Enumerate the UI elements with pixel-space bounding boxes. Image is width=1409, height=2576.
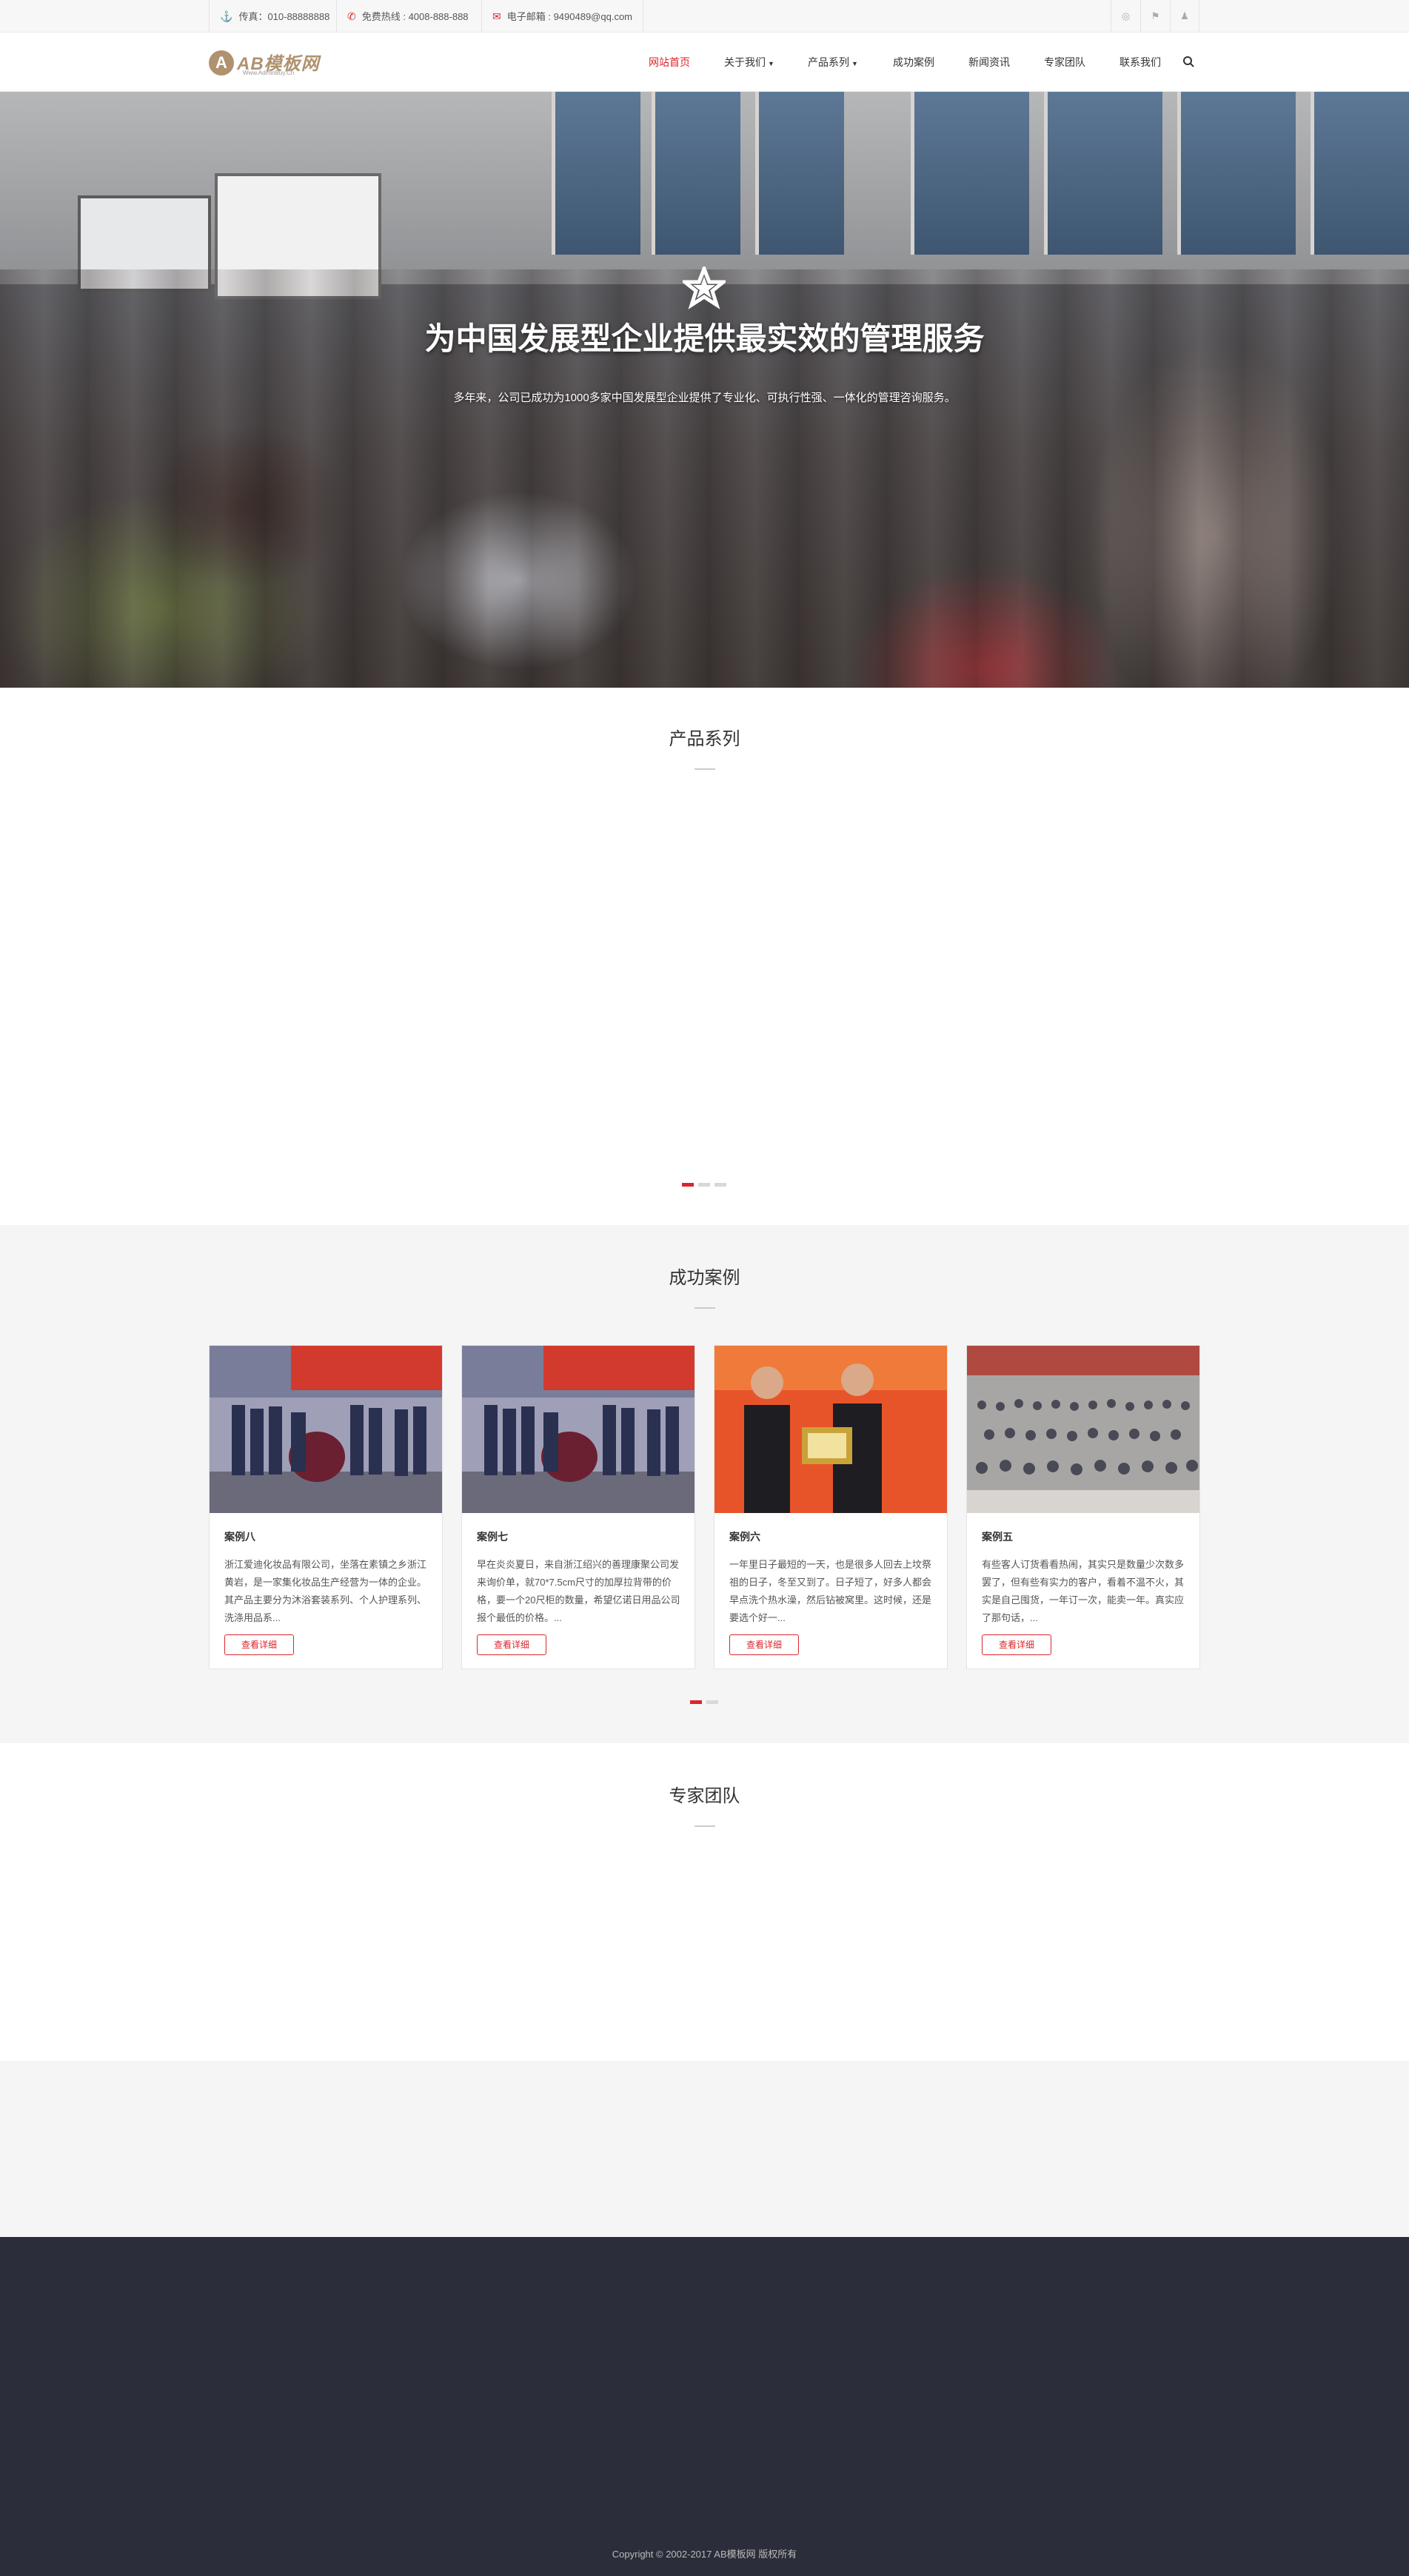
cases-divider: [695, 1307, 715, 1309]
fax-label: 传真：010-88888888: [238, 11, 330, 22]
case-description: 早在炎炎夏日，来自浙江绍兴的善理康聚公司发来询价单，就70*7.5cm尺寸的加厚…: [477, 1559, 680, 1623]
carousel-dot[interactable]: [706, 1700, 718, 1704]
search-icon[interactable]: [1180, 53, 1198, 71]
case-description: 一年里日子最短的一天，也是很多人回去上坟祭祖的日子，冬至又到了。日子短了，好多人…: [729, 1559, 932, 1623]
caret-down-icon: ▼: [768, 60, 774, 67]
hero-title: 为中国发展型企业提供最实效的管理服务: [424, 321, 985, 356]
hotline-info: ✆ 免费热线 : 4008-888-888: [336, 0, 469, 33]
hero-photo-window: [1311, 92, 1409, 255]
case-image[interactable]: [967, 1346, 1199, 1513]
case-title[interactable]: 案例五: [982, 1529, 1013, 1544]
case-image[interactable]: [714, 1346, 947, 1513]
carousel-dot[interactable]: [714, 1183, 726, 1187]
case-title[interactable]: 案例八: [224, 1529, 255, 1544]
site-logo[interactable]: A AB模板网 Www.AdminBuy.Cn: [209, 49, 320, 77]
view-details-button[interactable]: 查看详细: [224, 1634, 294, 1655]
products-divider: [695, 768, 715, 770]
products-title: 产品系列: [669, 729, 740, 749]
cases-carousel-dots: [690, 1700, 720, 1705]
view-details-button[interactable]: 查看详细: [982, 1634, 1051, 1655]
email-label: 电子邮箱 : 9490489@qq.com: [506, 11, 633, 22]
hero-photo-window: [652, 92, 740, 255]
nav-cases[interactable]: 成功案例: [893, 33, 934, 92]
hero-photo-window: [755, 92, 844, 255]
site-header: A AB模板网 Www.AdminBuy.Cn 网站首页 关于我们 ▼ 产品系列 ▼…: [0, 33, 1409, 92]
case-card[interactable]: 案例七 早在炎炎夏日，来自浙江绍兴的善理康聚公司发来询价单，就70*7.5cm尺…: [461, 1345, 695, 1669]
nav-products-label: 产品系列: [808, 56, 849, 68]
case-card[interactable]: 案例八 浙江爱迪化妆品有限公司，坐落在素镇之乡浙江黄岩，是一家集化妆品生产经营为…: [209, 1345, 443, 1669]
case-card[interactable]: 案例五 有些客人订货看看热闹，其实只是数量少次数多罢了，但有些有实力的客户，看着…: [966, 1345, 1200, 1669]
logo-subtext: Www.AdminBuy.Cn: [243, 70, 295, 76]
products-carousel-dots: [682, 1183, 726, 1187]
weibo-icon[interactable]: ◎: [1111, 0, 1140, 33]
case-image[interactable]: [462, 1346, 695, 1513]
hero-banner: 为中国发展型企业提供最实效的管理服务 多年来，公司已成功为1000多家中国发展型…: [0, 92, 1409, 688]
star-icon: [679, 264, 729, 309]
hero-photo-window: [911, 92, 1029, 255]
nav-about[interactable]: 关于我们 ▼: [724, 33, 774, 92]
nav-team[interactable]: 专家团队: [1044, 33, 1085, 92]
hero-subtitle: 多年来，公司已成功为1000多家中国发展型企业提供了专业化、可执行性强、一体化的…: [453, 392, 956, 404]
case-description: 浙江爱迪化妆品有限公司，坐落在素镇之乡浙江黄岩，是一家集化妆品生产经营为一体的企…: [224, 1559, 427, 1623]
nav-home-label: 网站首页: [649, 56, 690, 68]
view-details-button[interactable]: 查看详细: [477, 1634, 546, 1655]
carousel-dot[interactable]: [690, 1700, 702, 1704]
phone-icon: ✆: [347, 10, 356, 22]
site-footer: [0, 2237, 1409, 2576]
envelope-icon: ✉: [492, 10, 501, 22]
view-details-button[interactable]: 查看详细: [729, 1634, 799, 1655]
case-card[interactable]: 案例六 一年里日子最短的一天，也是很多人回去上坟祭祖的日子，冬至又到了。日子短了…: [714, 1345, 948, 1669]
caret-down-icon: ▼: [851, 60, 858, 67]
top-info-bar: ⚓ 传真：010-88888888 ✆ 免费热线 : 4008-888-888 ✉ 电…: [0, 0, 1409, 33]
carousel-dot[interactable]: [698, 1183, 710, 1187]
case-title[interactable]: 案例六: [729, 1529, 760, 1544]
team-title: 专家团队: [669, 1786, 740, 1806]
nav-about-label: 关于我们: [724, 56, 766, 68]
copyright-text: Copyright © 2002-2017 AB模板网 版权所有: [612, 2549, 797, 2560]
team-lower-band: [0, 2061, 1409, 2237]
hero-photo-window: [552, 92, 640, 255]
hero-photo-window: [1177, 92, 1296, 255]
nav-news[interactable]: 新闻资讯: [968, 33, 1010, 92]
team-divider: [695, 1825, 715, 1827]
anchor-icon: ⚓: [220, 10, 233, 22]
nav-products[interactable]: 产品系列 ▼: [808, 33, 858, 92]
nav-news-label: 新闻资讯: [968, 56, 1010, 68]
nav-home[interactable]: 网站首页: [649, 33, 690, 92]
flag-icon[interactable]: ⚑: [1140, 0, 1170, 33]
nav-contact-label: 联系我们: [1119, 56, 1161, 68]
logo-mark: A: [209, 50, 234, 76]
fax-info: ⚓ 传真：010-88888888: [209, 0, 329, 33]
nav-team-label: 专家团队: [1044, 56, 1085, 68]
qq-icon[interactable]: ♟: [1170, 0, 1199, 33]
case-title[interactable]: 案例七: [477, 1529, 508, 1544]
case-description: 有些客人订货看看热闹，其实只是数量少次数多罢了，但有些有实力的客户，看着不温不火…: [982, 1559, 1185, 1623]
hero-photo-window: [1044, 92, 1162, 255]
carousel-dot[interactable]: [682, 1183, 694, 1187]
nav-cases-label: 成功案例: [893, 56, 934, 68]
top-info-bar-inner: ⚓ 传真：010-88888888 ✆ 免费热线 : 4008-888-888 ✉ 电…: [209, 0, 1201, 33]
cases-title: 成功案例: [669, 1268, 740, 1288]
email-info: ✉ 电子邮箱 : 9490489@qq.com: [481, 0, 644, 33]
nav-contact[interactable]: 联系我们: [1119, 33, 1161, 92]
hotline-label: 免费热线 : 4008-888-888: [361, 11, 469, 22]
case-image[interactable]: [210, 1346, 442, 1513]
